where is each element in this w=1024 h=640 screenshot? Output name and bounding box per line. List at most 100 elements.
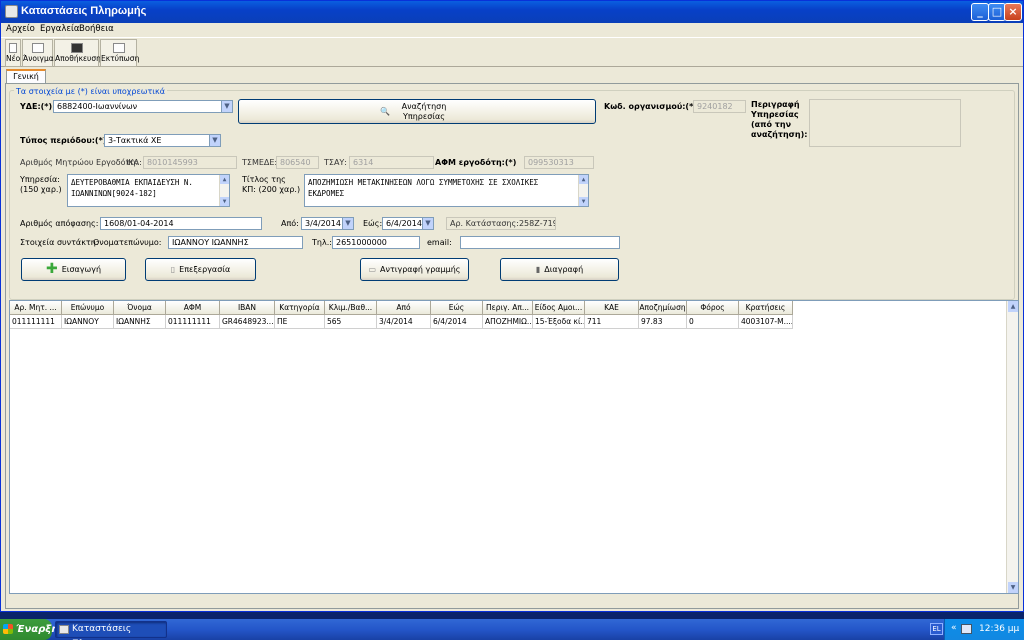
- clock[interactable]: 12:36 μμ: [979, 624, 1019, 634]
- table-cell[interactable]: 97.83: [639, 315, 687, 329]
- decision-field[interactable]: 1608/01-04-2014: [100, 217, 262, 230]
- start-button[interactable]: Έναρξη: [0, 619, 58, 640]
- scroll-down-icon[interactable]: ▼: [220, 197, 229, 206]
- tsmede-field[interactable]: 806540: [276, 156, 319, 169]
- menu-file[interactable]: Αρχείο: [6, 24, 35, 34]
- afm-label: ΑΦΜ εργοδότη:(*): [435, 158, 517, 167]
- kp-title-value: ΑΠΟΖΗΜΙΩΣΗ ΜΕΤΑΚΙΝΗΣΕΩΝ ΛΟΓΩ ΣΥΜΜΕΤΟΧΗΣ …: [308, 178, 539, 198]
- table-cell[interactable]: GR4648923...: [220, 315, 275, 329]
- period-select[interactable]: 3-Τακτικά ΧΕ ▼: [104, 134, 221, 147]
- column-header[interactable]: Κατηγορία: [275, 301, 325, 315]
- status-number: Αρ. Κατάστασης:258Ζ-719Σ: [446, 217, 556, 230]
- calendar-dropdown-icon[interactable]: ▼: [342, 218, 353, 229]
- email-field[interactable]: [460, 236, 620, 249]
- phone-field[interactable]: 2651000000: [332, 236, 420, 249]
- from-date-field[interactable]: 3/4/2014 ▼: [301, 217, 354, 230]
- table-cell[interactable]: 711: [585, 315, 639, 329]
- new-icon: [9, 43, 17, 53]
- yde-select[interactable]: 6882400-Ιωαννίνων ▼: [53, 100, 233, 113]
- toolbar: Νέο Άνοιγμα Αποθήκευση Εκτύπωση: [1, 37, 1023, 67]
- copy-row-button[interactable]: ▭ Αντιγραφή γραμμής: [360, 258, 469, 281]
- to-date-field[interactable]: 6/4/2014 ▼: [382, 217, 434, 230]
- menu-help[interactable]: Βοήθεια: [79, 24, 114, 34]
- scroll-up-icon[interactable]: ▲: [220, 175, 229, 184]
- column-header[interactable]: Κρατήσεις: [739, 301, 793, 315]
- scroll-up-icon[interactable]: ▲: [579, 175, 588, 184]
- column-header[interactable]: Είδος Αμοι...: [533, 301, 585, 315]
- network-icon[interactable]: [961, 624, 972, 634]
- document-icon: ▯: [170, 265, 176, 274]
- column-header[interactable]: Κλιμ./Βαθ...: [325, 301, 377, 315]
- column-header[interactable]: Επώνυμο: [62, 301, 114, 315]
- language-indicator[interactable]: EL: [930, 623, 943, 635]
- column-header[interactable]: ΚΑΕ: [585, 301, 639, 315]
- save-button[interactable]: Αποθήκευση: [54, 39, 101, 67]
- service-desc-field[interactable]: [809, 99, 961, 147]
- column-header[interactable]: Αποζημίωση: [639, 301, 687, 315]
- title-bar[interactable]: Καταστάσεις Πληρωμής _ □ ×: [1, 1, 1023, 23]
- tsay-field[interactable]: 6314: [349, 156, 434, 169]
- table-scrollbar[interactable]: ▲ ▼: [1006, 301, 1018, 593]
- period-value: 3-Τακτικά ΧΕ: [108, 136, 162, 145]
- search-service-button[interactable]: 🔍 Αναζήτηση Υπηρεσίας: [238, 99, 596, 124]
- print-button[interactable]: Εκτύπωση: [100, 39, 140, 67]
- service-textarea[interactable]: ΔΕΥΤΕΡΟΒΑΘΜΙΑ ΕΚΠΑΙΔΕΥΣΗ Ν. ΙΩΑΝΝΙΝΩΝ[90…: [67, 174, 230, 207]
- calendar-dropdown-icon[interactable]: ▼: [422, 218, 433, 229]
- scrollbar[interactable]: ▲ ▼: [219, 175, 229, 206]
- required-note: Τα στοιχεία με (*) είναι υποχρεωτικά: [14, 87, 167, 96]
- table-cell[interactable]: ΑΠΟΖΗΜΙΩ...: [483, 315, 533, 329]
- taskbar-item[interactable]: Καταστάσεις Πληρ...: [55, 621, 167, 640]
- plus-icon: ✚: [45, 261, 58, 277]
- org-code-field[interactable]: 9240182: [693, 100, 746, 113]
- edit-label: Επεξεργασία: [179, 265, 231, 274]
- table-cell[interactable]: ΙΩΑΝΝΟΥ: [62, 315, 114, 329]
- scrollbar[interactable]: ▲ ▼: [578, 175, 588, 206]
- scroll-up-icon[interactable]: ▲: [1008, 301, 1018, 312]
- form-panel: Τα στοιχεία με (*) είναι υποχρεωτικά ΥΔΕ…: [5, 83, 1019, 609]
- to-label: Εώς:: [363, 219, 383, 228]
- ika-label: ΙΚΑ:: [126, 158, 142, 167]
- email-label: email:: [427, 238, 452, 247]
- edit-button[interactable]: ▯ Επεξεργασία: [145, 258, 256, 281]
- search-service-label: Αναζήτηση Υπηρεσίας: [401, 102, 447, 121]
- menu-tools[interactable]: Εργαλεία: [40, 24, 80, 34]
- expand-tray-icon[interactable]: «: [951, 623, 957, 633]
- print-label: Εκτύπωση: [101, 54, 140, 63]
- trash-icon: ▮: [535, 265, 541, 274]
- close-button[interactable]: ×: [1004, 3, 1022, 21]
- table-cell[interactable]: 4003107-Μ....: [739, 315, 793, 329]
- table-cell[interactable]: ΠΕ: [275, 315, 325, 329]
- column-header[interactable]: ΑΦΜ: [166, 301, 220, 315]
- table-cell[interactable]: 565: [325, 315, 377, 329]
- table-cell[interactable]: ΙΩΑΝΝΗΣ: [114, 315, 166, 329]
- name-field[interactable]: ΙΩΑΝΝΟΥ ΙΩΑΝΝΗΣ: [168, 236, 303, 249]
- table-cell[interactable]: 15-Έξοδα κί...: [533, 315, 585, 329]
- tab-general-kp[interactable]: Γενική ΚΠ: [6, 69, 46, 93]
- column-header[interactable]: Αρ. Μητ. ...: [10, 301, 62, 315]
- column-header[interactable]: Από: [377, 301, 431, 315]
- scroll-down-icon[interactable]: ▼: [1008, 582, 1018, 593]
- ika-field[interactable]: 8010145993: [143, 156, 237, 169]
- column-header[interactable]: Περιγ. Απ...: [483, 301, 533, 315]
- from-label: Από:: [281, 219, 299, 228]
- delete-label: Διαγραφή: [544, 265, 584, 274]
- table-cell[interactable]: 0: [687, 315, 739, 329]
- open-button[interactable]: Άνοιγμα: [22, 39, 54, 67]
- table-cell[interactable]: 6/4/2014: [431, 315, 483, 329]
- new-button[interactable]: Νέο: [5, 39, 21, 67]
- table-cell[interactable]: 3/4/2014: [377, 315, 431, 329]
- column-header[interactable]: Εώς: [431, 301, 483, 315]
- kp-title-textarea[interactable]: ΑΠΟΖΗΜΙΩΣΗ ΜΕΤΑΚΙΝΗΣΕΩΝ ΛΟΓΩ ΣΥΜΜΕΤΟΧΗΣ …: [304, 174, 589, 207]
- taskbar-item-label: Καταστάσεις Πληρ...: [72, 624, 132, 640]
- column-header[interactable]: Όνομα: [114, 301, 166, 315]
- delete-button[interactable]: ▮ Διαγραφή: [500, 258, 619, 281]
- table-cell[interactable]: 011111111: [10, 315, 62, 329]
- table-cell[interactable]: 011111111: [166, 315, 220, 329]
- column-header[interactable]: Φόρος: [687, 301, 739, 315]
- column-header[interactable]: IBAN: [220, 301, 275, 315]
- scroll-down-icon[interactable]: ▼: [579, 197, 588, 206]
- insert-button[interactable]: ✚ Εισαγωγή: [21, 258, 126, 281]
- minimize-button[interactable]: _: [971, 3, 989, 21]
- printer-icon: [112, 43, 125, 53]
- afm-field[interactable]: 099530313: [524, 156, 594, 169]
